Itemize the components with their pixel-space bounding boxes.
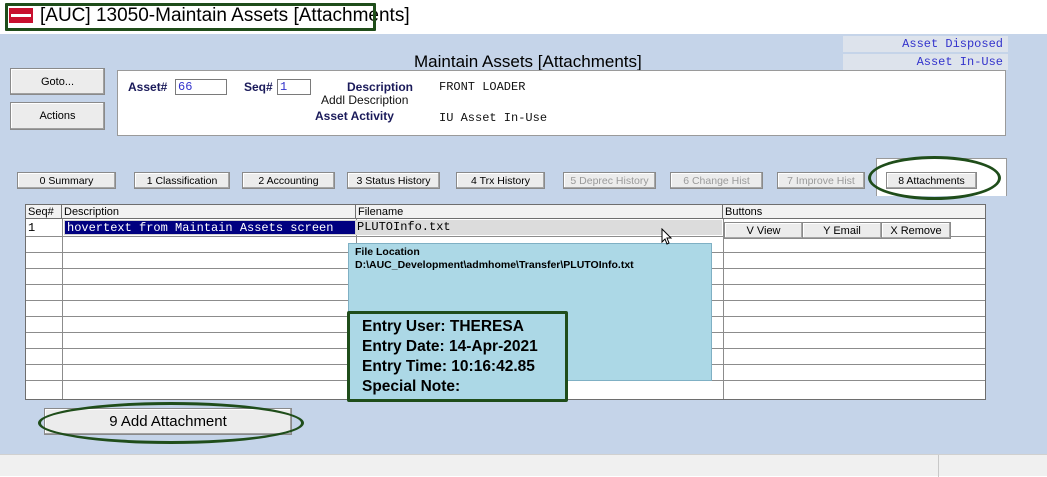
tab-classification[interactable]: 1 Classification — [134, 172, 230, 189]
addl-description-label: Addl Description — [321, 93, 409, 107]
grid-column-divider — [723, 219, 724, 399]
tab-summary[interactable]: 0 Summary — [17, 172, 116, 189]
tab-accounting[interactable]: 2 Accounting — [242, 172, 335, 189]
actions-button[interactable]: Actions — [10, 102, 105, 130]
form-title: Maintain Assets [Attachments] — [414, 52, 642, 71]
column-header-filename: Filename — [356, 205, 723, 219]
status-bar-divider — [938, 455, 939, 477]
asset-activity-label: Asset Activity — [315, 109, 394, 123]
tooltip-title: File Location — [355, 246, 420, 258]
add-attachment-button[interactable]: 9 Add Attachment — [44, 408, 292, 435]
tooltip-file-path: D:\AUC_Development\admhome\Transfer\PLUT… — [355, 259, 634, 271]
column-header-buttons: Buttons — [723, 205, 985, 219]
grid-cell-seq[interactable]: 1 — [28, 221, 35, 235]
tab-improve-hist[interactable]: 7 Improve Hist — [777, 172, 865, 189]
entry-user: Entry User: THERESA — [362, 318, 524, 335]
asset-activity-value: IU Asset In-Use — [439, 111, 548, 125]
tab-deprec-history[interactable]: 5 Deprec History — [563, 172, 656, 189]
asset-number-field[interactable]: 66 — [175, 79, 227, 95]
column-header-seq: Seq# — [26, 205, 62, 219]
remove-button[interactable]: X Remove — [881, 222, 951, 239]
view-button[interactable]: V View — [724, 222, 803, 239]
entry-date: Entry Date: 14-Apr-2021 — [362, 338, 538, 355]
entry-time: Entry Time: 10:16:42.85 — [362, 358, 535, 375]
column-header-description: Description — [62, 205, 356, 219]
entry-info-box: Entry User: THERESA Entry Date: 14-Apr-2… — [347, 311, 568, 402]
seq-field[interactable]: 1 — [277, 79, 311, 95]
special-note: Special Note: — [362, 378, 461, 395]
tab-trx-history[interactable]: 4 Trx History — [456, 172, 545, 189]
title-highlight-box — [5, 3, 376, 31]
tab-status-history[interactable]: 3 Status History — [347, 172, 440, 189]
asset-header: Asset# 66 Seq# 1 Description FRONT LOADE… — [117, 70, 1006, 136]
status-bar — [0, 454, 1047, 477]
tab-change-hist[interactable]: 6 Change Hist — [670, 172, 763, 189]
seq-label: Seq# — [244, 80, 273, 94]
email-button[interactable]: Y Email — [802, 222, 882, 239]
goto-button[interactable]: Goto... — [10, 68, 105, 95]
description-label: Description — [347, 80, 414, 94]
mouse-cursor-icon — [661, 228, 673, 245]
status-asset-disposed: Asset Disposed — [843, 36, 1008, 52]
description-value: FRONT LOADER — [439, 80, 526, 94]
asset-number-label: Asset# — [128, 80, 168, 94]
status-asset-in-use: Asset In-Use — [843, 54, 1008, 70]
tab-attachments[interactable]: 8 Attachments — [886, 172, 977, 189]
grid-cell-description[interactable]: hovertext from Maintain Assets screen — [64, 220, 356, 235]
grid-column-divider — [62, 219, 63, 399]
